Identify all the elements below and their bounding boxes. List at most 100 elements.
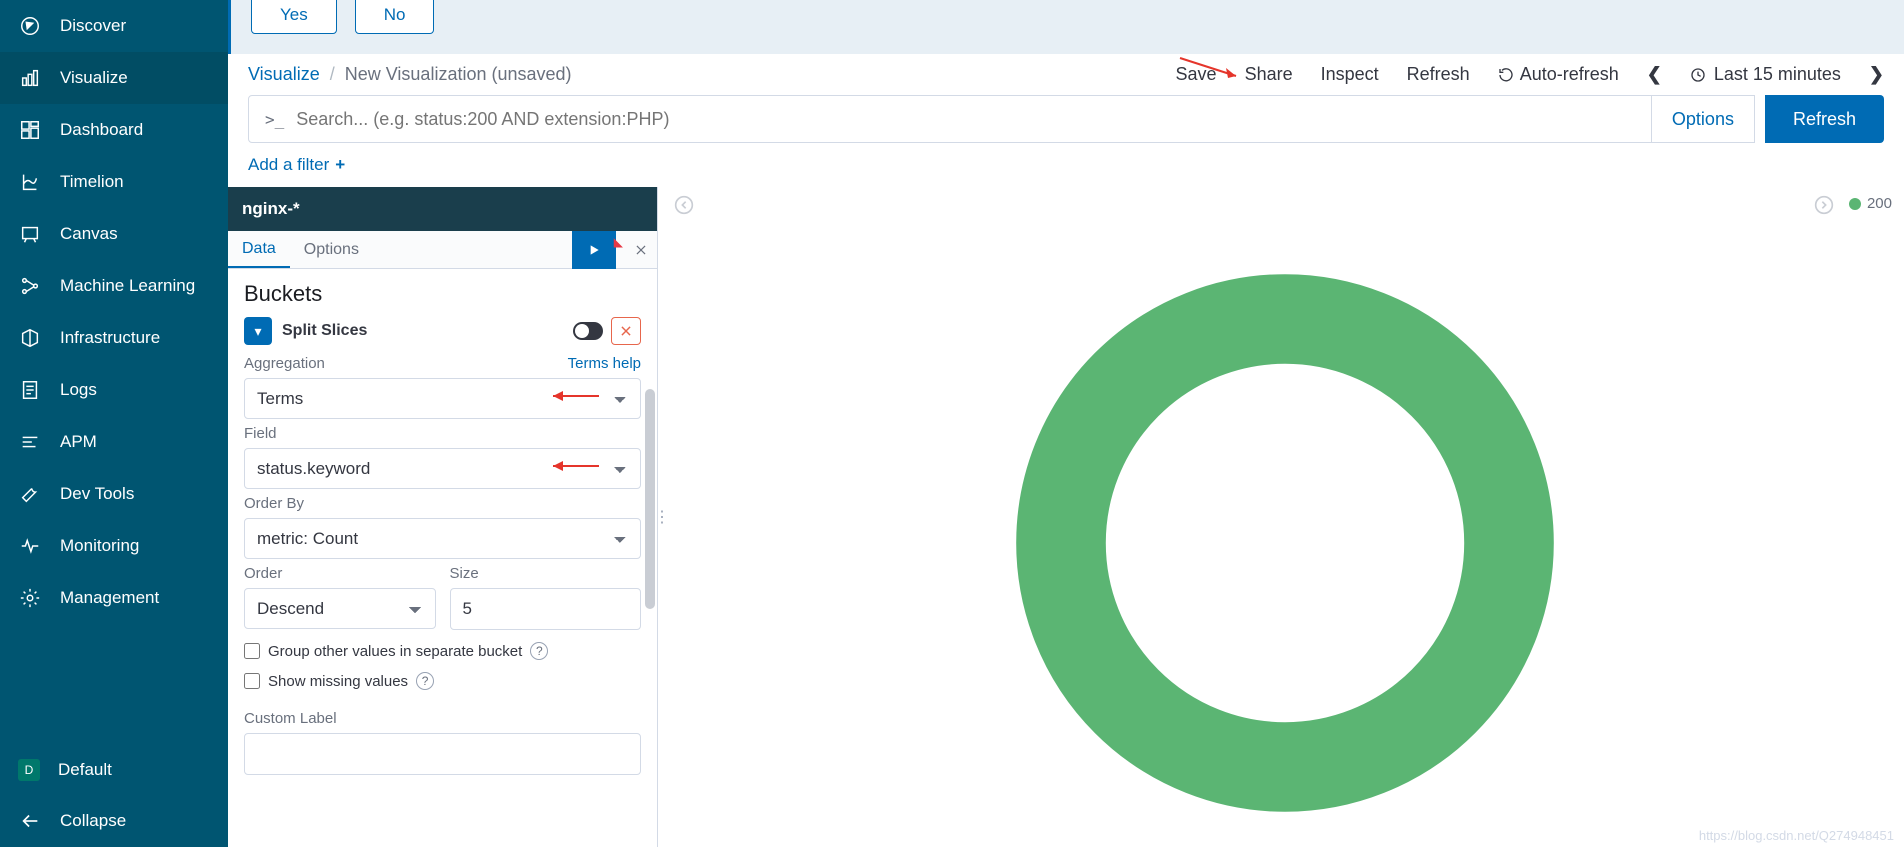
breadcrumb-current: New Visualization (unsaved): [345, 64, 572, 85]
search-input[interactable]: [296, 109, 1635, 130]
nav-item-infrastructure[interactable]: Infrastructure: [0, 312, 228, 364]
no-button[interactable]: No: [355, 0, 435, 34]
auto-refresh-button[interactable]: Auto-refresh: [1498, 64, 1619, 85]
chart-legend[interactable]: 200: [1849, 195, 1892, 212]
space-badge: D: [18, 759, 40, 781]
nav-label: Infrastructure: [60, 328, 160, 348]
nav-item-timelion[interactable]: Timelion: [0, 156, 228, 208]
nav-item-devtools[interactable]: Dev Tools: [0, 468, 228, 520]
orderby-select[interactable]: metric: Count: [244, 518, 641, 559]
add-filter-label: Add a filter: [248, 155, 329, 175]
discard-changes-button[interactable]: [625, 231, 657, 269]
clock-icon: [1690, 67, 1706, 83]
config-panel: nginx-* Data Options ◣ Buckets: [228, 187, 658, 847]
aggregation-label: Aggregation: [244, 355, 325, 372]
nav-label: Dev Tools: [60, 484, 134, 504]
nav-label: Management: [60, 588, 159, 608]
chevron-left-icon: [674, 195, 694, 215]
nav-item-management[interactable]: Management: [0, 572, 228, 624]
aggregation-select[interactable]: Terms: [244, 378, 641, 419]
sidebar: Discover Visualize Dashboard Timelion Ca…: [0, 0, 228, 847]
order-select[interactable]: Descend: [244, 588, 436, 629]
add-filter-button[interactable]: Add a filter +: [248, 155, 345, 175]
nav-item-ml[interactable]: Machine Learning: [0, 260, 228, 312]
time-prev-button[interactable]: ❮: [1647, 64, 1662, 85]
save-button[interactable]: Save: [1176, 64, 1217, 85]
donut-chart: [1005, 263, 1565, 823]
heartbeat-icon: [18, 534, 42, 558]
search-box[interactable]: >_: [248, 95, 1652, 143]
show-missing-label: Show missing values: [268, 673, 408, 690]
options-link[interactable]: Options: [1652, 95, 1755, 143]
nav-label: Collapse: [60, 811, 126, 831]
telemetry-banner: Yes No: [228, 0, 1904, 54]
search-row: >_ Options Refresh: [228, 85, 1904, 143]
nav-label: Dashboard: [60, 120, 143, 140]
help-icon[interactable]: ?: [416, 672, 434, 690]
nav-label: Canvas: [60, 224, 118, 244]
delete-bucket-button[interactable]: [611, 317, 641, 345]
nav-item-default-space[interactable]: D Default: [0, 745, 228, 795]
custom-label-input[interactable]: [244, 733, 641, 775]
index-pattern-header[interactable]: nginx-*: [228, 187, 657, 231]
apply-changes-button[interactable]: [572, 231, 616, 269]
show-missing-row[interactable]: Show missing values ?: [244, 672, 641, 690]
chart-next-button[interactable]: [1814, 195, 1834, 220]
nav-item-logs[interactable]: Logs: [0, 364, 228, 416]
enable-bucket-toggle[interactable]: [573, 322, 603, 340]
collapse-bucket-button[interactable]: ▾: [244, 317, 272, 345]
size-input[interactable]: [450, 588, 642, 630]
logs-icon: [18, 378, 42, 402]
close-icon: [634, 243, 648, 257]
show-missing-checkbox[interactable]: [244, 673, 260, 689]
group-other-row[interactable]: Group other values in separate bucket ?: [244, 642, 641, 660]
time-range-button[interactable]: Last 15 minutes: [1690, 64, 1841, 85]
nav-item-collapse[interactable]: Collapse: [0, 795, 228, 847]
panel-resizer[interactable]: ⋮: [658, 187, 666, 847]
nav-footer: D Default Collapse: [0, 745, 228, 847]
custom-label-label: Custom Label: [244, 710, 641, 727]
nav-item-dashboard[interactable]: Dashboard: [0, 104, 228, 156]
aggregation-label-row: Aggregation Terms help: [244, 355, 641, 372]
apm-icon: [18, 430, 42, 454]
collapse-icon: [18, 809, 42, 833]
nav-item-discover[interactable]: Discover: [0, 0, 228, 52]
nav-item-canvas[interactable]: Canvas: [0, 208, 228, 260]
help-icon[interactable]: ?: [530, 642, 548, 660]
buckets-title: Buckets: [244, 281, 641, 307]
nav-label: Visualize: [60, 68, 128, 88]
top-actions: Save Share Inspect Refresh Auto-refresh …: [1176, 64, 1884, 85]
scrollbar[interactable]: [645, 389, 655, 609]
filter-row: Add a filter +: [228, 143, 1904, 187]
gear-icon: [18, 586, 42, 610]
canvas-icon: [18, 222, 42, 246]
inspect-button[interactable]: Inspect: [1321, 64, 1379, 85]
crumb-actions-row: Visualize / New Visualization (unsaved) …: [228, 54, 1904, 85]
nav-item-apm[interactable]: APM: [0, 416, 228, 468]
dashboard-icon: [18, 118, 42, 142]
refresh-link[interactable]: Refresh: [1407, 64, 1470, 85]
terms-help-link[interactable]: Terms help: [568, 355, 641, 372]
time-range-label: Last 15 minutes: [1714, 64, 1841, 85]
auto-refresh-label: Auto-refresh: [1520, 64, 1619, 85]
main: Yes No Visualize / New Visualization (un…: [228, 0, 1904, 847]
nav-item-monitoring[interactable]: Monitoring: [0, 520, 228, 572]
breadcrumb-root[interactable]: Visualize: [248, 64, 320, 85]
nav-label: Machine Learning: [60, 276, 195, 296]
share-button[interactable]: Share: [1245, 64, 1293, 85]
time-next-button[interactable]: ❯: [1869, 64, 1884, 85]
nav-label: Timelion: [60, 172, 124, 192]
yes-button[interactable]: Yes: [251, 0, 337, 34]
bucket-header-row: ▾ Split Slices: [244, 317, 641, 345]
breadcrumb-separator: /: [330, 64, 335, 85]
config-body: Buckets ▾ Split Slices Aggregation: [228, 269, 657, 847]
group-other-label: Group other values in separate bucket: [268, 643, 522, 660]
nav-label: APM: [60, 432, 97, 452]
refresh-button[interactable]: Refresh: [1765, 95, 1884, 143]
group-other-checkbox[interactable]: [244, 643, 260, 659]
tab-data[interactable]: Data: [228, 232, 290, 268]
field-select[interactable]: status.keyword: [244, 448, 641, 489]
nav-item-visualize[interactable]: Visualize: [0, 52, 228, 104]
tab-options[interactable]: Options: [290, 233, 373, 267]
chart-prev-button[interactable]: [674, 195, 694, 220]
